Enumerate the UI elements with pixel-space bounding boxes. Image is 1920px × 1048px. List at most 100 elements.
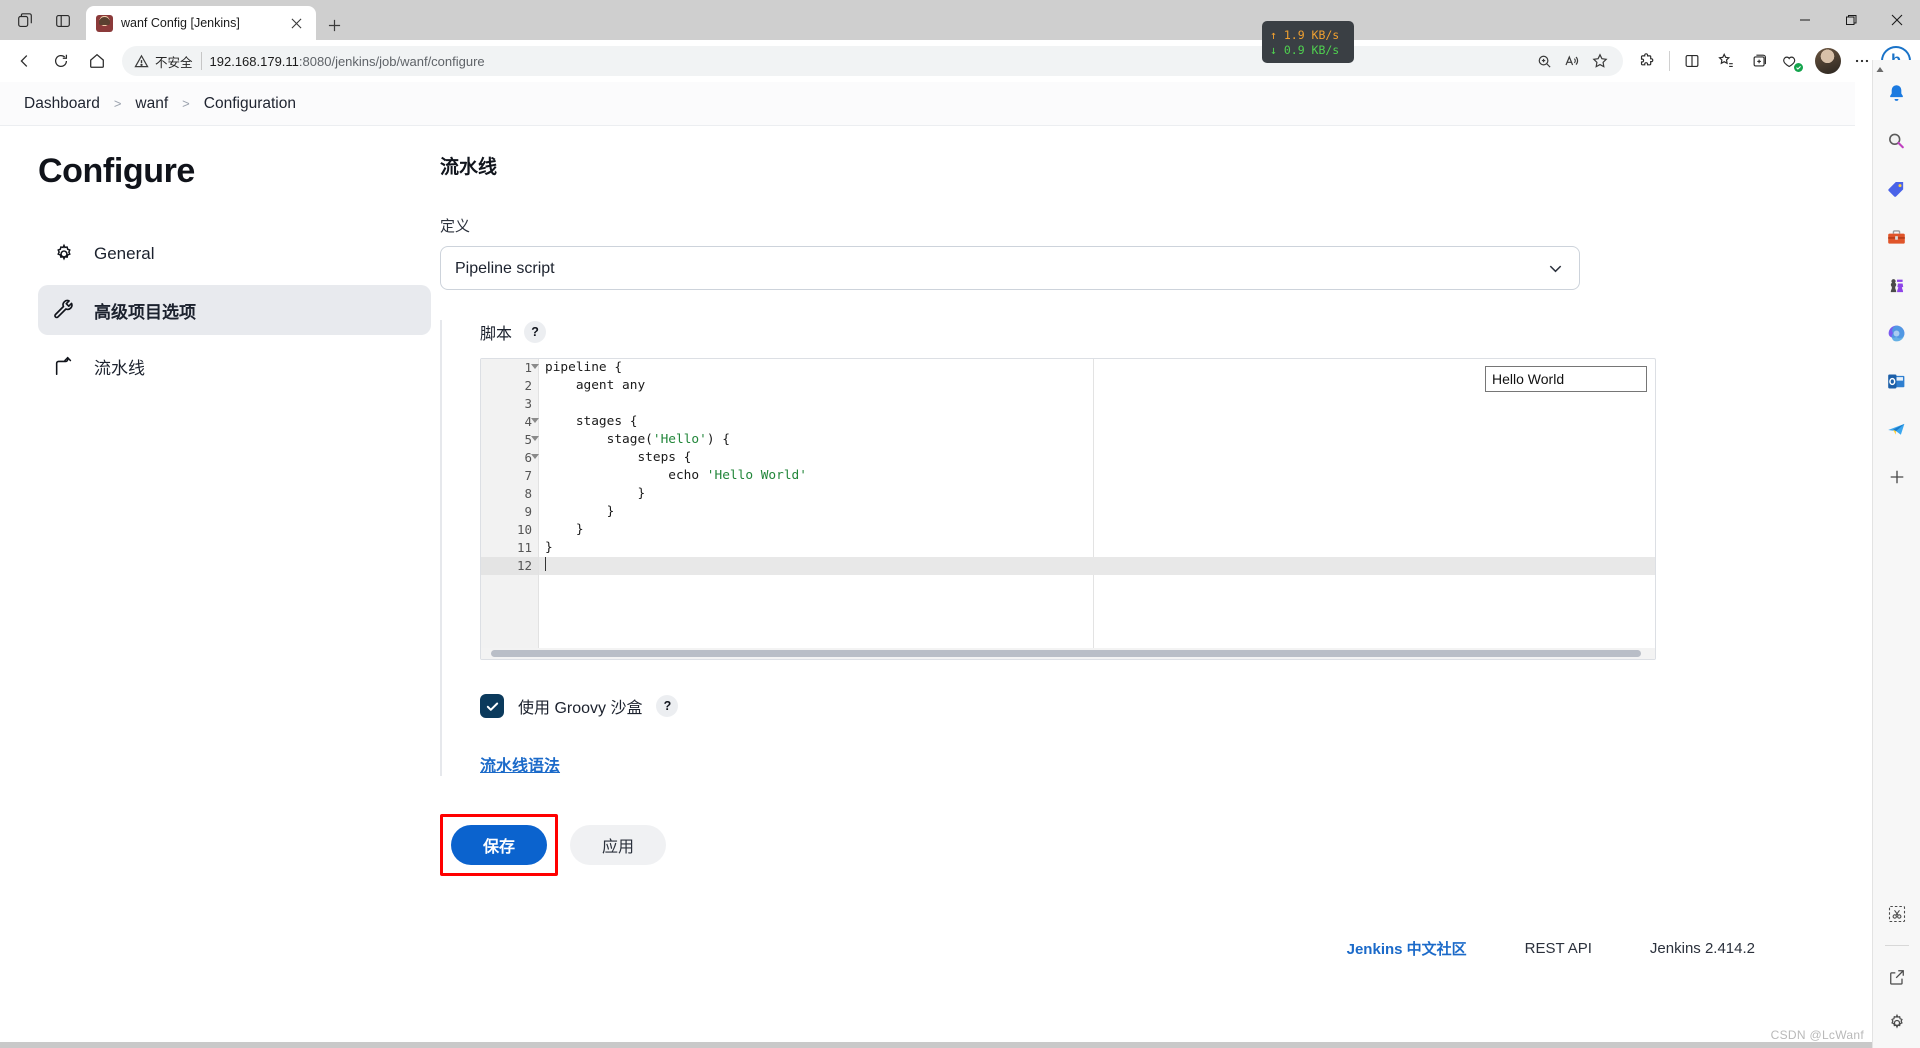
page-body: Configure General 高级项目选项 流水线 流水线 定义 Pipe… [0, 126, 1855, 959]
line-number: 6 [481, 449, 539, 467]
maximize-button[interactable] [1828, 4, 1874, 36]
shopping-icon[interactable] [1882, 174, 1912, 204]
split-screen-icon[interactable] [1676, 45, 1708, 77]
line-number: 9 [524, 504, 532, 519]
script-editor[interactable]: 1 2 3 4 5 6 7 8 9 10 11 12 pipeline { agent any sta… [480, 358, 1656, 660]
string-literal: 'Hello World' [706, 468, 807, 483]
code-line: } [545, 486, 646, 501]
new-tab-button[interactable] [322, 13, 346, 37]
taskbar-strip [0, 1042, 1920, 1048]
code-line: } [545, 522, 584, 537]
url-host: 192.168.179.11 [209, 53, 299, 69]
add-icon[interactable] [1882, 462, 1912, 492]
script-label: 脚本 [480, 326, 513, 343]
favorite-icon[interactable] [1587, 48, 1613, 74]
help-icon[interactable]: ? [656, 695, 679, 717]
groovy-sandbox-row[interactable]: 使用 Groovy 沙盒 ? [480, 694, 1815, 718]
chevron-right-icon: > [113, 96, 122, 111]
toolbar-divider [1669, 51, 1670, 71]
apply-button[interactable]: 应用 [570, 825, 667, 865]
code-line: } [545, 540, 553, 555]
fold-arrow-icon[interactable] [531, 364, 539, 369]
editor-horizontal-scrollbar[interactable] [481, 648, 1655, 659]
jenkins-community-link[interactable]: Jenkins 中文社区 [1347, 938, 1467, 959]
gear-icon [52, 242, 76, 266]
outlook-icon[interactable] [1882, 366, 1912, 396]
favorites-icon[interactable] [1710, 45, 1742, 77]
line-number: 4 [481, 413, 539, 431]
page-viewport: Dashboard > wanf > Configuration Configu… [0, 82, 1855, 1048]
avatar[interactable] [1812, 45, 1844, 77]
back-icon[interactable] [8, 44, 42, 78]
fold-arrow-icon[interactable] [531, 436, 539, 441]
read-aloud-icon[interactable] [1559, 48, 1585, 74]
sidebar-divider [1885, 945, 1909, 946]
line-number: 11 [516, 540, 532, 555]
search-icon[interactable] [1882, 126, 1912, 156]
address-bar[interactable]: 不安全 192.168.179.11:8080/jenkins/job/wanf… [122, 46, 1623, 76]
wrench-icon [52, 298, 76, 322]
microsoft365-icon[interactable] [1882, 318, 1912, 348]
sidebar-item-advanced-options[interactable]: 高级项目选项 [38, 285, 431, 335]
tab-list-icon[interactable] [44, 4, 82, 38]
code-line: stage('Hello') { [545, 432, 730, 447]
line-number: 3 [524, 396, 532, 411]
sidebar-item-label: 高级项目选项 [94, 302, 196, 322]
section-title: 流水线 [440, 157, 498, 178]
code-line [539, 557, 1655, 575]
sidebar-collapse-icon[interactable] [1875, 62, 1885, 80]
line-number: 5 [481, 431, 539, 449]
settings-gear-icon[interactable] [1882, 1008, 1912, 1038]
close-window-button[interactable] [1874, 4, 1920, 36]
zoom-icon[interactable] [1531, 48, 1557, 74]
notifications-icon[interactable] [1882, 78, 1912, 108]
sample-pipeline-select[interactable]: Hello World [1485, 366, 1647, 392]
network-speed-indicator: ↑ 1.9 KB/s ↓ 0.9 KB/s [1262, 21, 1354, 63]
jenkins-favicon [96, 14, 113, 32]
home-icon[interactable] [80, 44, 114, 78]
breadcrumb-dashboard[interactable]: Dashboard [24, 95, 100, 113]
telegram-icon[interactable] [1882, 414, 1912, 444]
fold-arrow-icon[interactable] [531, 454, 539, 459]
line-number: 10 [516, 522, 532, 537]
extensions-icon[interactable] [1631, 45, 1663, 77]
groovy-sandbox-checkbox[interactable] [480, 694, 504, 718]
not-secure-warning[interactable]: 不安全 [134, 52, 193, 71]
breadcrumb-wanf[interactable]: wanf [135, 95, 168, 113]
code-line: steps { [545, 450, 692, 465]
browser-tab[interactable]: wanf Config [Jenkins] [86, 6, 316, 40]
editor-code[interactable]: pipeline { agent any stages { stage('Hel… [539, 359, 1655, 659]
minimize-button[interactable] [1782, 4, 1828, 36]
scrollbar-thumb[interactable] [491, 650, 1641, 657]
pipeline-syntax-link[interactable]: 流水线语法 [480, 752, 560, 776]
line-number: 2 [524, 378, 532, 393]
tools-icon[interactable] [1882, 222, 1912, 252]
games-icon[interactable] [1882, 270, 1912, 300]
screenshot-icon[interactable] [1882, 899, 1912, 929]
definition-label: 定义 [440, 218, 471, 235]
sidebar-item-general[interactable]: General [38, 229, 431, 279]
save-button[interactable]: 保存 [451, 825, 548, 865]
open-in-new-icon[interactable] [1882, 962, 1912, 992]
reload-icon[interactable] [44, 44, 78, 78]
line-number: 8 [524, 486, 532, 501]
collections-icon[interactable] [1744, 45, 1776, 77]
editor-gutter: 1 2 3 4 5 6 7 8 9 10 11 12 [481, 359, 539, 659]
not-secure-label: 不安全 [155, 55, 193, 70]
fold-arrow-icon[interactable] [531, 418, 539, 423]
breadcrumb-configuration: Configuration [203, 94, 296, 112]
definition-select[interactable]: Pipeline script [440, 246, 1580, 290]
omnibox-divider [200, 52, 202, 70]
help-icon[interactable]: ? [524, 321, 547, 343]
tab-title: wanf Config [Jenkins] [121, 16, 240, 30]
close-icon[interactable] [284, 11, 308, 35]
upload-speed: ↑ 1.9 KB/s [1270, 27, 1340, 42]
save-button-annotation: 保存 [440, 814, 559, 876]
browser-essentials-icon[interactable] [1778, 45, 1810, 77]
tab-actions-icon[interactable] [6, 4, 44, 38]
sidebar-item-pipeline[interactable]: 流水线 [38, 341, 431, 391]
line-number: 12 [481, 557, 538, 575]
rest-api-link[interactable]: REST API [1525, 940, 1592, 957]
chevron-right-icon: > [182, 96, 190, 111]
